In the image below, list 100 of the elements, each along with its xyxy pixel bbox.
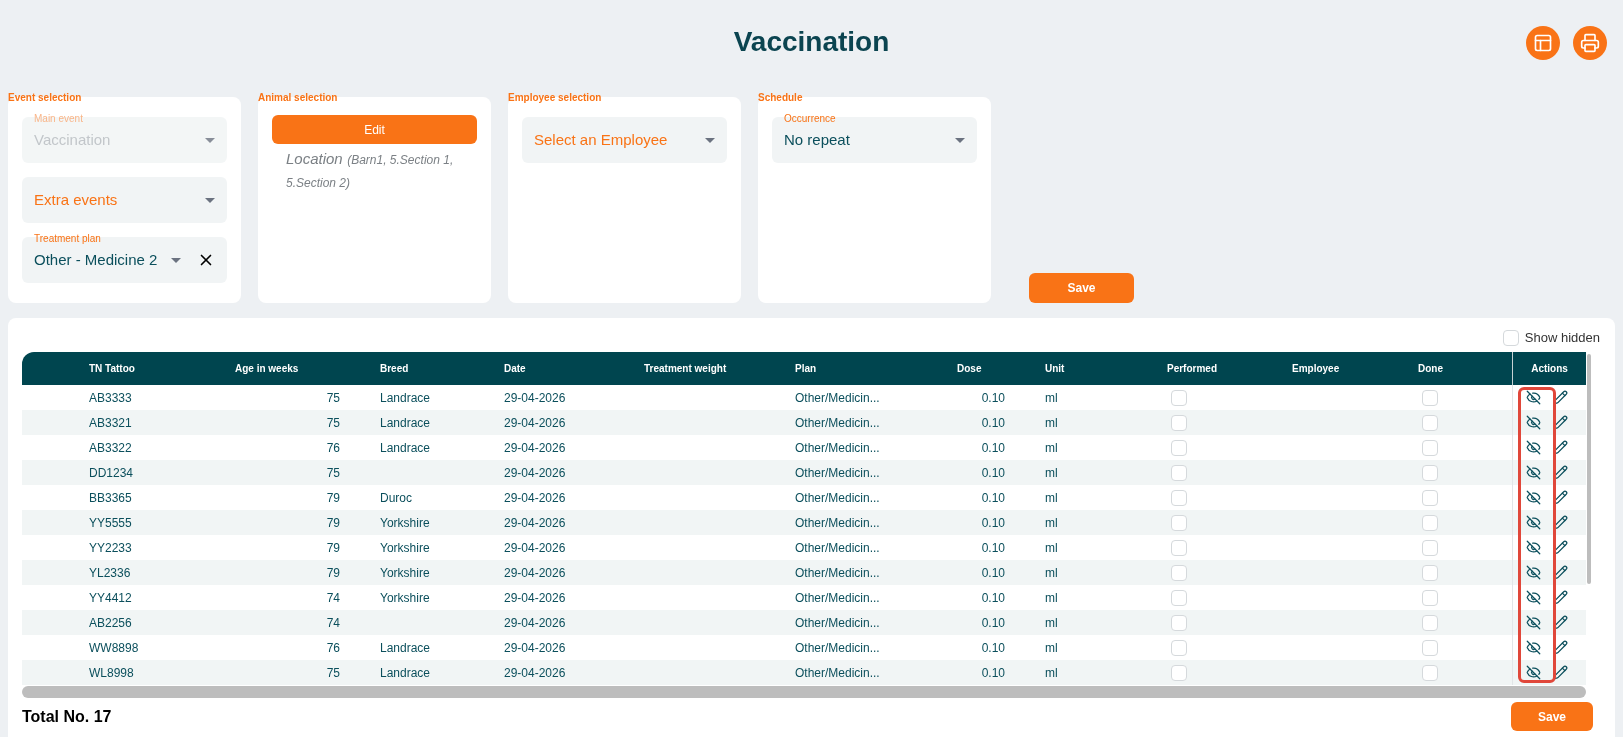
- section-title: Schedule: [758, 91, 803, 105]
- edit-icon[interactable]: [1553, 615, 1568, 630]
- row-checkbox[interactable]: [1171, 614, 1187, 631]
- table-cell-text: 74: [326, 589, 340, 607]
- table-cell-text: Landrace: [380, 639, 431, 657]
- table-cell-text: Landrace: [380, 439, 431, 457]
- edit-icon[interactable]: [1553, 515, 1568, 530]
- table-cell-text: 75: [326, 464, 340, 482]
- row-checkbox[interactable]: [1422, 414, 1438, 431]
- edit-button[interactable]: Edit: [272, 115, 477, 144]
- table-cell-text: Other/Medicin...: [795, 489, 880, 507]
- row-checkbox[interactable]: [1422, 564, 1438, 581]
- edit-icon[interactable]: [1553, 415, 1568, 430]
- hide-icon[interactable]: [1526, 540, 1541, 555]
- row-checkbox[interactable]: [1171, 564, 1187, 581]
- row-checkbox[interactable]: [1171, 639, 1187, 656]
- table-cell-text: YY5555: [89, 514, 132, 532]
- row-checkbox[interactable]: [1422, 664, 1438, 681]
- column-header: Plan: [795, 362, 818, 376]
- section-title: Animal selection: [258, 91, 338, 105]
- row-checkbox[interactable]: [1171, 464, 1187, 481]
- row-checkbox[interactable]: [1422, 464, 1438, 481]
- field-placeholder: Extra events: [34, 189, 119, 210]
- edit-icon[interactable]: [1553, 490, 1568, 505]
- hide-icon[interactable]: [1526, 490, 1541, 505]
- column-header: Employee: [1292, 362, 1341, 376]
- row-checkbox[interactable]: [1171, 439, 1187, 456]
- save-button[interactable]: Save: [1029, 273, 1134, 303]
- vertical-scrollbar[interactable]: [1587, 354, 1591, 584]
- layout-icon: [1533, 33, 1553, 53]
- table-cell-text: 29-04-2026: [504, 464, 566, 482]
- table-cell-text: 76: [326, 639, 340, 657]
- column-header: Done: [1418, 362, 1444, 376]
- edit-icon[interactable]: [1553, 465, 1568, 480]
- show-hidden-checkbox[interactable]: [1502, 330, 1519, 346]
- field-placeholder: Select an Employee: [534, 129, 669, 150]
- row-checkbox[interactable]: [1171, 489, 1187, 506]
- row-checkbox[interactable]: [1171, 539, 1187, 556]
- edit-icon[interactable]: [1553, 640, 1568, 655]
- row-checkbox[interactable]: [1422, 589, 1438, 606]
- table-cell-text: Yorkshire: [380, 589, 430, 607]
- print-button[interactable]: [1573, 26, 1607, 60]
- hide-icon[interactable]: [1526, 465, 1541, 480]
- row-checkbox[interactable]: [1422, 539, 1438, 556]
- horizontal-scrollbar[interactable]: [22, 686, 1586, 698]
- table-cell-text: Other/Medicin...: [795, 464, 880, 482]
- table-cell-text: 0.10: [981, 414, 1005, 432]
- row-checkbox[interactable]: [1171, 664, 1187, 681]
- select-field[interactable]: Select an Employee: [522, 117, 727, 163]
- hide-icon[interactable]: [1526, 565, 1541, 580]
- hide-icon[interactable]: [1526, 665, 1541, 680]
- row-checkbox[interactable]: [1171, 589, 1187, 606]
- row-checkbox[interactable]: [1422, 614, 1438, 631]
- edit-icon[interactable]: [1553, 440, 1568, 455]
- hide-icon[interactable]: [1526, 615, 1541, 630]
- table-cell-text: ml: [1045, 639, 1058, 657]
- field-value: Other - Medicine 2: [34, 249, 159, 270]
- edit-icon[interactable]: [1553, 565, 1568, 580]
- table-cell-text: Other/Medicin...: [795, 389, 880, 407]
- row-checkbox[interactable]: [1422, 489, 1438, 506]
- table-cell-text: ml: [1045, 539, 1058, 557]
- table-cell-text: AB3321: [89, 414, 132, 432]
- hide-icon[interactable]: [1526, 515, 1541, 530]
- dropdown-caret-icon: [955, 137, 965, 143]
- hide-icon[interactable]: [1526, 440, 1541, 455]
- column-header: Performed: [1167, 362, 1218, 376]
- table-cell-text: 29-04-2026: [504, 639, 566, 657]
- table-cell-text: ml: [1045, 489, 1058, 507]
- edit-icon[interactable]: [1553, 665, 1568, 680]
- column-header: Breed: [380, 362, 410, 376]
- table-cell-text: 75: [326, 664, 340, 682]
- table-cell-text: Landrace: [380, 389, 431, 407]
- select-field[interactable]: Extra events: [22, 177, 227, 223]
- row-checkbox[interactable]: [1422, 639, 1438, 656]
- row-checkbox[interactable]: [1171, 514, 1187, 531]
- row-checkbox[interactable]: [1422, 389, 1438, 406]
- table-cell-text: ml: [1045, 464, 1058, 482]
- section-title: Employee selection: [508, 91, 602, 105]
- edit-icon[interactable]: [1553, 590, 1568, 605]
- table-cell-text: ml: [1045, 614, 1058, 632]
- table-cell-text: 29-04-2026: [504, 539, 566, 557]
- hide-icon[interactable]: [1526, 590, 1541, 605]
- column-header: Treatment weight: [644, 362, 728, 376]
- row-checkbox[interactable]: [1171, 389, 1187, 406]
- save-button[interactable]: Save: [1511, 702, 1593, 731]
- table-cell-text: Other/Medicin...: [795, 439, 880, 457]
- hide-icon[interactable]: [1526, 390, 1541, 405]
- page-title: Vaccination: [733, 25, 890, 59]
- dropdown-caret-icon: [205, 197, 215, 203]
- edit-icon[interactable]: [1553, 540, 1568, 555]
- hide-icon[interactable]: [1526, 415, 1541, 430]
- table-cell-text: 0.10: [981, 514, 1005, 532]
- row-checkbox[interactable]: [1422, 439, 1438, 456]
- row-checkbox[interactable]: [1422, 514, 1438, 531]
- table-cell-text: AB2256: [89, 614, 132, 632]
- table-cell-text: 0.10: [981, 639, 1005, 657]
- layout-button[interactable]: [1526, 26, 1560, 60]
- edit-icon[interactable]: [1553, 390, 1568, 405]
- hide-icon[interactable]: [1526, 640, 1541, 655]
- row-checkbox[interactable]: [1171, 414, 1187, 431]
